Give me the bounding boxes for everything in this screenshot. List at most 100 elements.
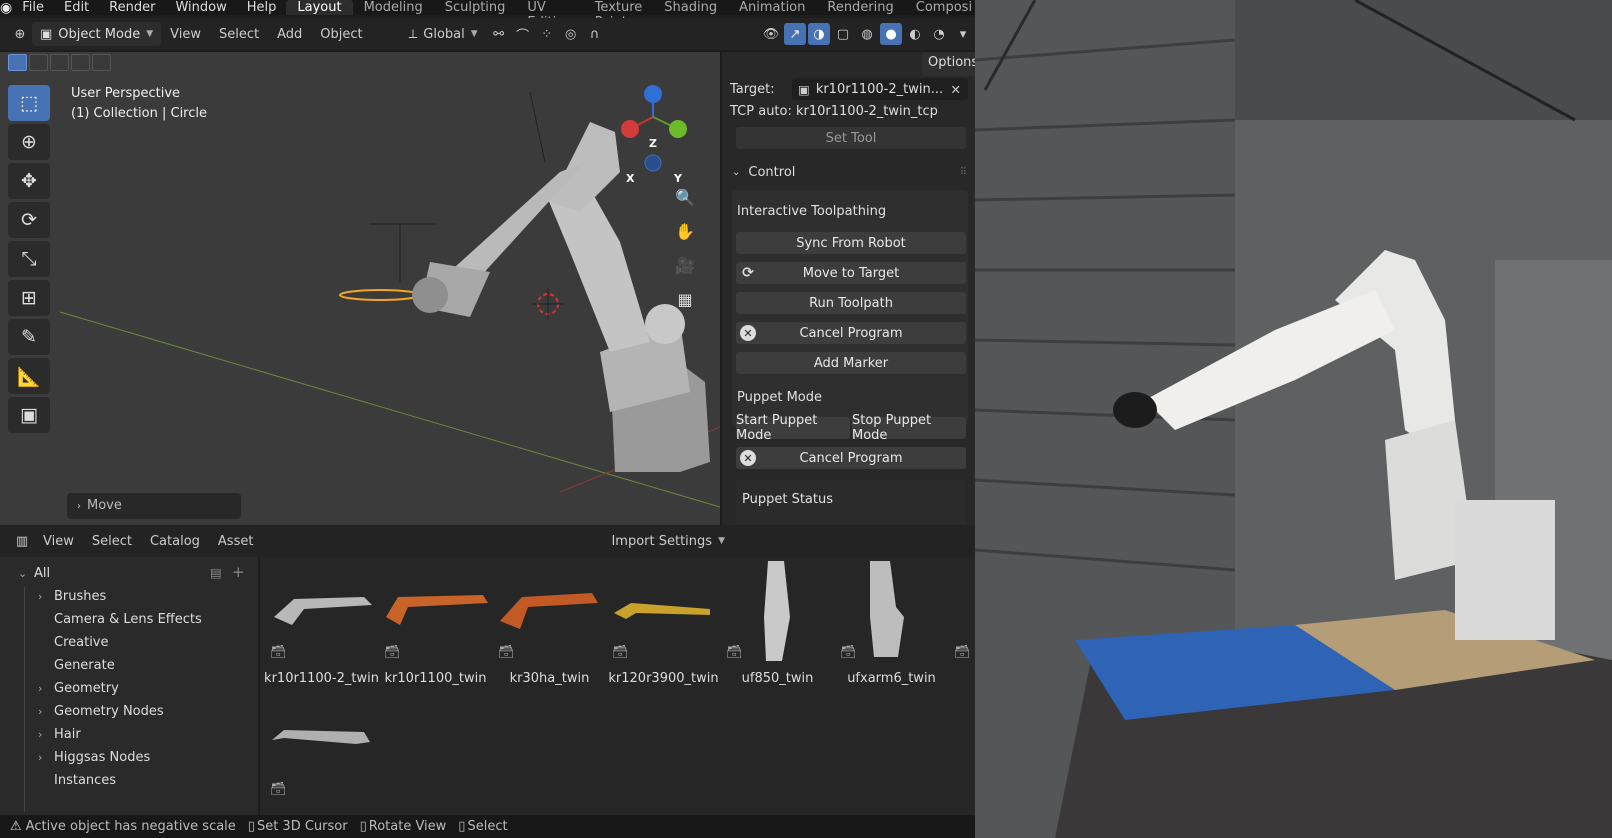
transform-tool-icon[interactable]: ⊞	[8, 280, 50, 316]
asset-editor-icon[interactable]: ▥	[11, 530, 33, 552]
wireframe-shading-icon[interactable]: ◍	[856, 23, 878, 45]
target-field[interactable]: ▣ kr10r1100-2_twin... ✕	[792, 78, 968, 100]
cancel-program-button[interactable]: ✕ Cancel Program	[736, 322, 966, 344]
tab-sculpting[interactable]: Sculpting	[434, 0, 517, 15]
tab-modeling[interactable]: Modeling	[353, 0, 434, 15]
tab-layout[interactable]: Layout	[286, 0, 353, 15]
tab-texture-paint[interactable]: Texture Paint	[584, 0, 654, 30]
gizmo-z-label[interactable]: Z	[649, 137, 657, 150]
options-button[interactable]: Options	[922, 52, 975, 76]
clear-target-icon[interactable]: ✕	[951, 82, 968, 97]
blender-logo-icon[interactable]: ◉	[0, 0, 12, 16]
asset-menu-asset[interactable]: Asset	[209, 529, 263, 553]
pivot-icon[interactable]: ⚯	[488, 23, 510, 45]
asset-tile[interactable]: 🗃 kr10r1100_twin	[378, 557, 493, 687]
3d-viewport[interactable]: Z X Y	[0, 52, 720, 525]
sidebar-panel: Target: ▣ kr10r1100-2_twin... ✕ TCP auto…	[720, 52, 975, 525]
visibility-icon[interactable]: 👁	[760, 23, 782, 45]
asset-menu-catalog[interactable]: Catalog	[141, 529, 209, 553]
asset-menu-select[interactable]: Select	[83, 529, 141, 553]
rendered-shading-icon[interactable]: ◔	[928, 23, 950, 45]
asset-tile[interactable]: 🗃	[264, 702, 379, 815]
asset-tile[interactable]: 🗃 kr10r1100-2_twin	[264, 557, 379, 687]
xray-icon[interactable]: ▢	[832, 23, 854, 45]
control-panel-header[interactable]: ⌄ Control ⠿	[722, 160, 975, 184]
tab-shading[interactable]: Shading	[653, 0, 728, 15]
catalog-item[interactable]: Generate	[38, 658, 115, 673]
menu-render[interactable]: Render	[99, 0, 165, 15]
editor-type-icon[interactable]: ⊕	[9, 23, 31, 45]
measure-tool-icon[interactable]: 📐	[8, 358, 50, 394]
catalog-item[interactable]: Instances	[38, 773, 116, 788]
menu-help[interactable]: Help	[237, 0, 287, 15]
falloff-icon[interactable]: ∩	[584, 23, 606, 45]
tab-compositing[interactable]: Composi	[905, 0, 975, 15]
tab-uv-editing[interactable]: UV Editing	[516, 0, 583, 30]
snap-icon[interactable]: ⌒	[512, 23, 534, 45]
proportional-edit-icon[interactable]: ◎	[560, 23, 582, 45]
sync-from-robot-button[interactable]: Sync From Robot	[736, 232, 966, 254]
cursor-tool-icon[interactable]: ⊕	[8, 124, 50, 160]
select-invert-icon[interactable]	[71, 54, 90, 71]
move-tool-icon[interactable]: ✥	[8, 163, 50, 199]
annotate-tool-icon[interactable]: ✎	[8, 319, 50, 355]
tab-animation[interactable]: Animation	[728, 0, 816, 15]
camera-view-icon[interactable]: 🎥	[670, 250, 700, 280]
zoom-icon[interactable]: 🔍	[670, 182, 700, 212]
asset-menu-view[interactable]: View	[34, 529, 83, 553]
tab-rendering[interactable]: Rendering	[816, 0, 904, 15]
asset-tile[interactable]: 🗃	[948, 557, 975, 687]
asset-tile[interactable]: 🗃 kr30ha_twin	[492, 557, 607, 687]
perspective-grid-icon[interactable]: ▦	[670, 284, 700, 314]
last-operator-panel[interactable]: › Move	[67, 493, 241, 519]
select-box-tool-icon[interactable]: ⬚	[8, 85, 50, 121]
shading-options-icon[interactable]: ▾	[952, 23, 974, 45]
catalog-item[interactable]: › Hair	[38, 727, 81, 742]
catalog-root[interactable]: ⌄ All	[18, 566, 50, 581]
catalog-item[interactable]: Camera & Lens Effects	[38, 612, 202, 627]
stop-puppet-button[interactable]: Stop Puppet Mode	[852, 413, 966, 443]
menu-file[interactable]: File	[12, 0, 54, 15]
catalog-item[interactable]: › Higgsas Nodes	[38, 750, 150, 765]
add-cube-tool-icon[interactable]: ▣	[8, 397, 50, 433]
menu-window[interactable]: Window	[165, 0, 236, 15]
add-marker-button[interactable]: Add Marker	[736, 352, 966, 374]
set-tool-button[interactable]: Set Tool	[736, 127, 966, 149]
select-extend-icon[interactable]	[29, 54, 48, 71]
scale-tool-icon[interactable]: ⤡	[8, 241, 50, 277]
start-puppet-button[interactable]: Start Puppet Mode	[736, 413, 850, 443]
move-to-target-button[interactable]: ⟳ Move to Target	[736, 262, 966, 284]
save-catalog-icon[interactable]: ▤	[210, 565, 222, 580]
transform-orientation-dropdown[interactable]: ⟂ Global ▼	[400, 22, 487, 46]
catalog-item[interactable]: › Geometry	[38, 681, 119, 696]
import-settings-dropdown[interactable]: Import Settings ▼	[602, 529, 734, 553]
select-intersect-icon[interactable]	[92, 54, 111, 71]
select-new-icon[interactable]	[8, 54, 27, 71]
drag-handle-icon[interactable]: ⠿	[960, 167, 967, 178]
snap-grid-icon[interactable]: ⁘	[536, 23, 558, 45]
mode-dropdown[interactable]: ▣ Object Mode ▼	[32, 22, 162, 46]
run-toolpath-button[interactable]: Run Toolpath	[736, 292, 966, 314]
add-catalog-icon[interactable]: +	[232, 563, 245, 581]
asset-tile[interactable]: 🗃 kr120r3900_twin	[606, 557, 721, 687]
select-subtract-icon[interactable]	[50, 54, 69, 71]
menu-object[interactable]: Object	[311, 22, 371, 46]
chevron-down-icon: ▼	[470, 29, 478, 39]
rotate-tool-icon[interactable]: ⟳	[8, 202, 50, 238]
menu-add[interactable]: Add	[268, 22, 311, 46]
gizmo-x-label[interactable]: X	[626, 172, 634, 185]
catalog-item[interactable]: › Geometry Nodes	[38, 704, 164, 719]
catalog-item[interactable]: › Brushes	[38, 589, 106, 604]
asset-tile[interactable]: 🗃 ufxarm6_twin	[834, 557, 949, 687]
material-shading-icon[interactable]: ◐	[904, 23, 926, 45]
menu-select[interactable]: Select	[210, 22, 268, 46]
solid-shading-icon[interactable]: ●	[880, 23, 902, 45]
gizmo-toggle-icon[interactable]: ↗	[784, 23, 806, 45]
pan-hand-icon[interactable]: ✋	[670, 216, 700, 246]
asset-tile[interactable]: 🗃 uf850_twin	[720, 557, 835, 687]
menu-view[interactable]: View	[161, 22, 210, 46]
catalog-item[interactable]: Creative	[38, 635, 109, 650]
overlay-toggle-icon[interactable]: ◑	[808, 23, 830, 45]
cancel-program-button-2[interactable]: ✕ Cancel Program	[736, 447, 966, 469]
menu-edit[interactable]: Edit	[54, 0, 99, 15]
